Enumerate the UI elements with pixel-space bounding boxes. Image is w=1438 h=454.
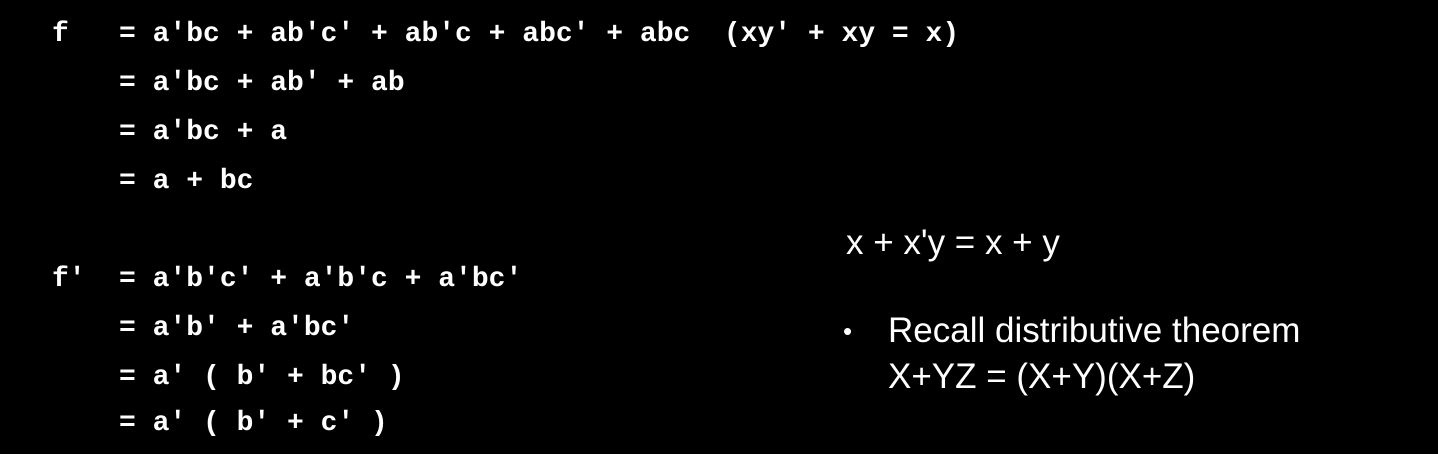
derivation-f-line-1: = a'bc + ab'c' + ab'c + abc′ + abc (xy' … <box>119 19 960 50</box>
distributive-theorem-formula: X+YZ = (X+Y)(X+Z) <box>888 357 1196 396</box>
derivation-f-line-1-lhs: f <box>52 19 86 50</box>
absorption-identity: x + x'y = x + y <box>846 223 1060 262</box>
derivation-f-prime-line-1-lhs: f' <box>52 264 86 295</box>
derivation-f-prime-line-3: = a' ( b' + bc' ) <box>119 362 405 393</box>
bullet-marker: • <box>843 316 853 346</box>
derivation-f-prime-line-4: = a' ( b' + c' ) <box>119 408 388 439</box>
distributive-theorem-label: Recall distributive theorem <box>888 311 1301 350</box>
derivation-f-line-3: = a'bc + a <box>119 117 288 148</box>
derivation-f-prime-line-2: = a'b' + a'bc' <box>119 313 355 344</box>
derivation-f-line-2: = a'bc + ab' + ab <box>119 68 405 99</box>
slide: { "derivation_f": { "lines": [ {"lhs": "… <box>0 0 1438 454</box>
derivation-f-prime-line-1: = a'b'c' + a'b'c + a'bc' <box>119 264 523 295</box>
derivation-f-line-4: = a + bc <box>119 166 254 197</box>
